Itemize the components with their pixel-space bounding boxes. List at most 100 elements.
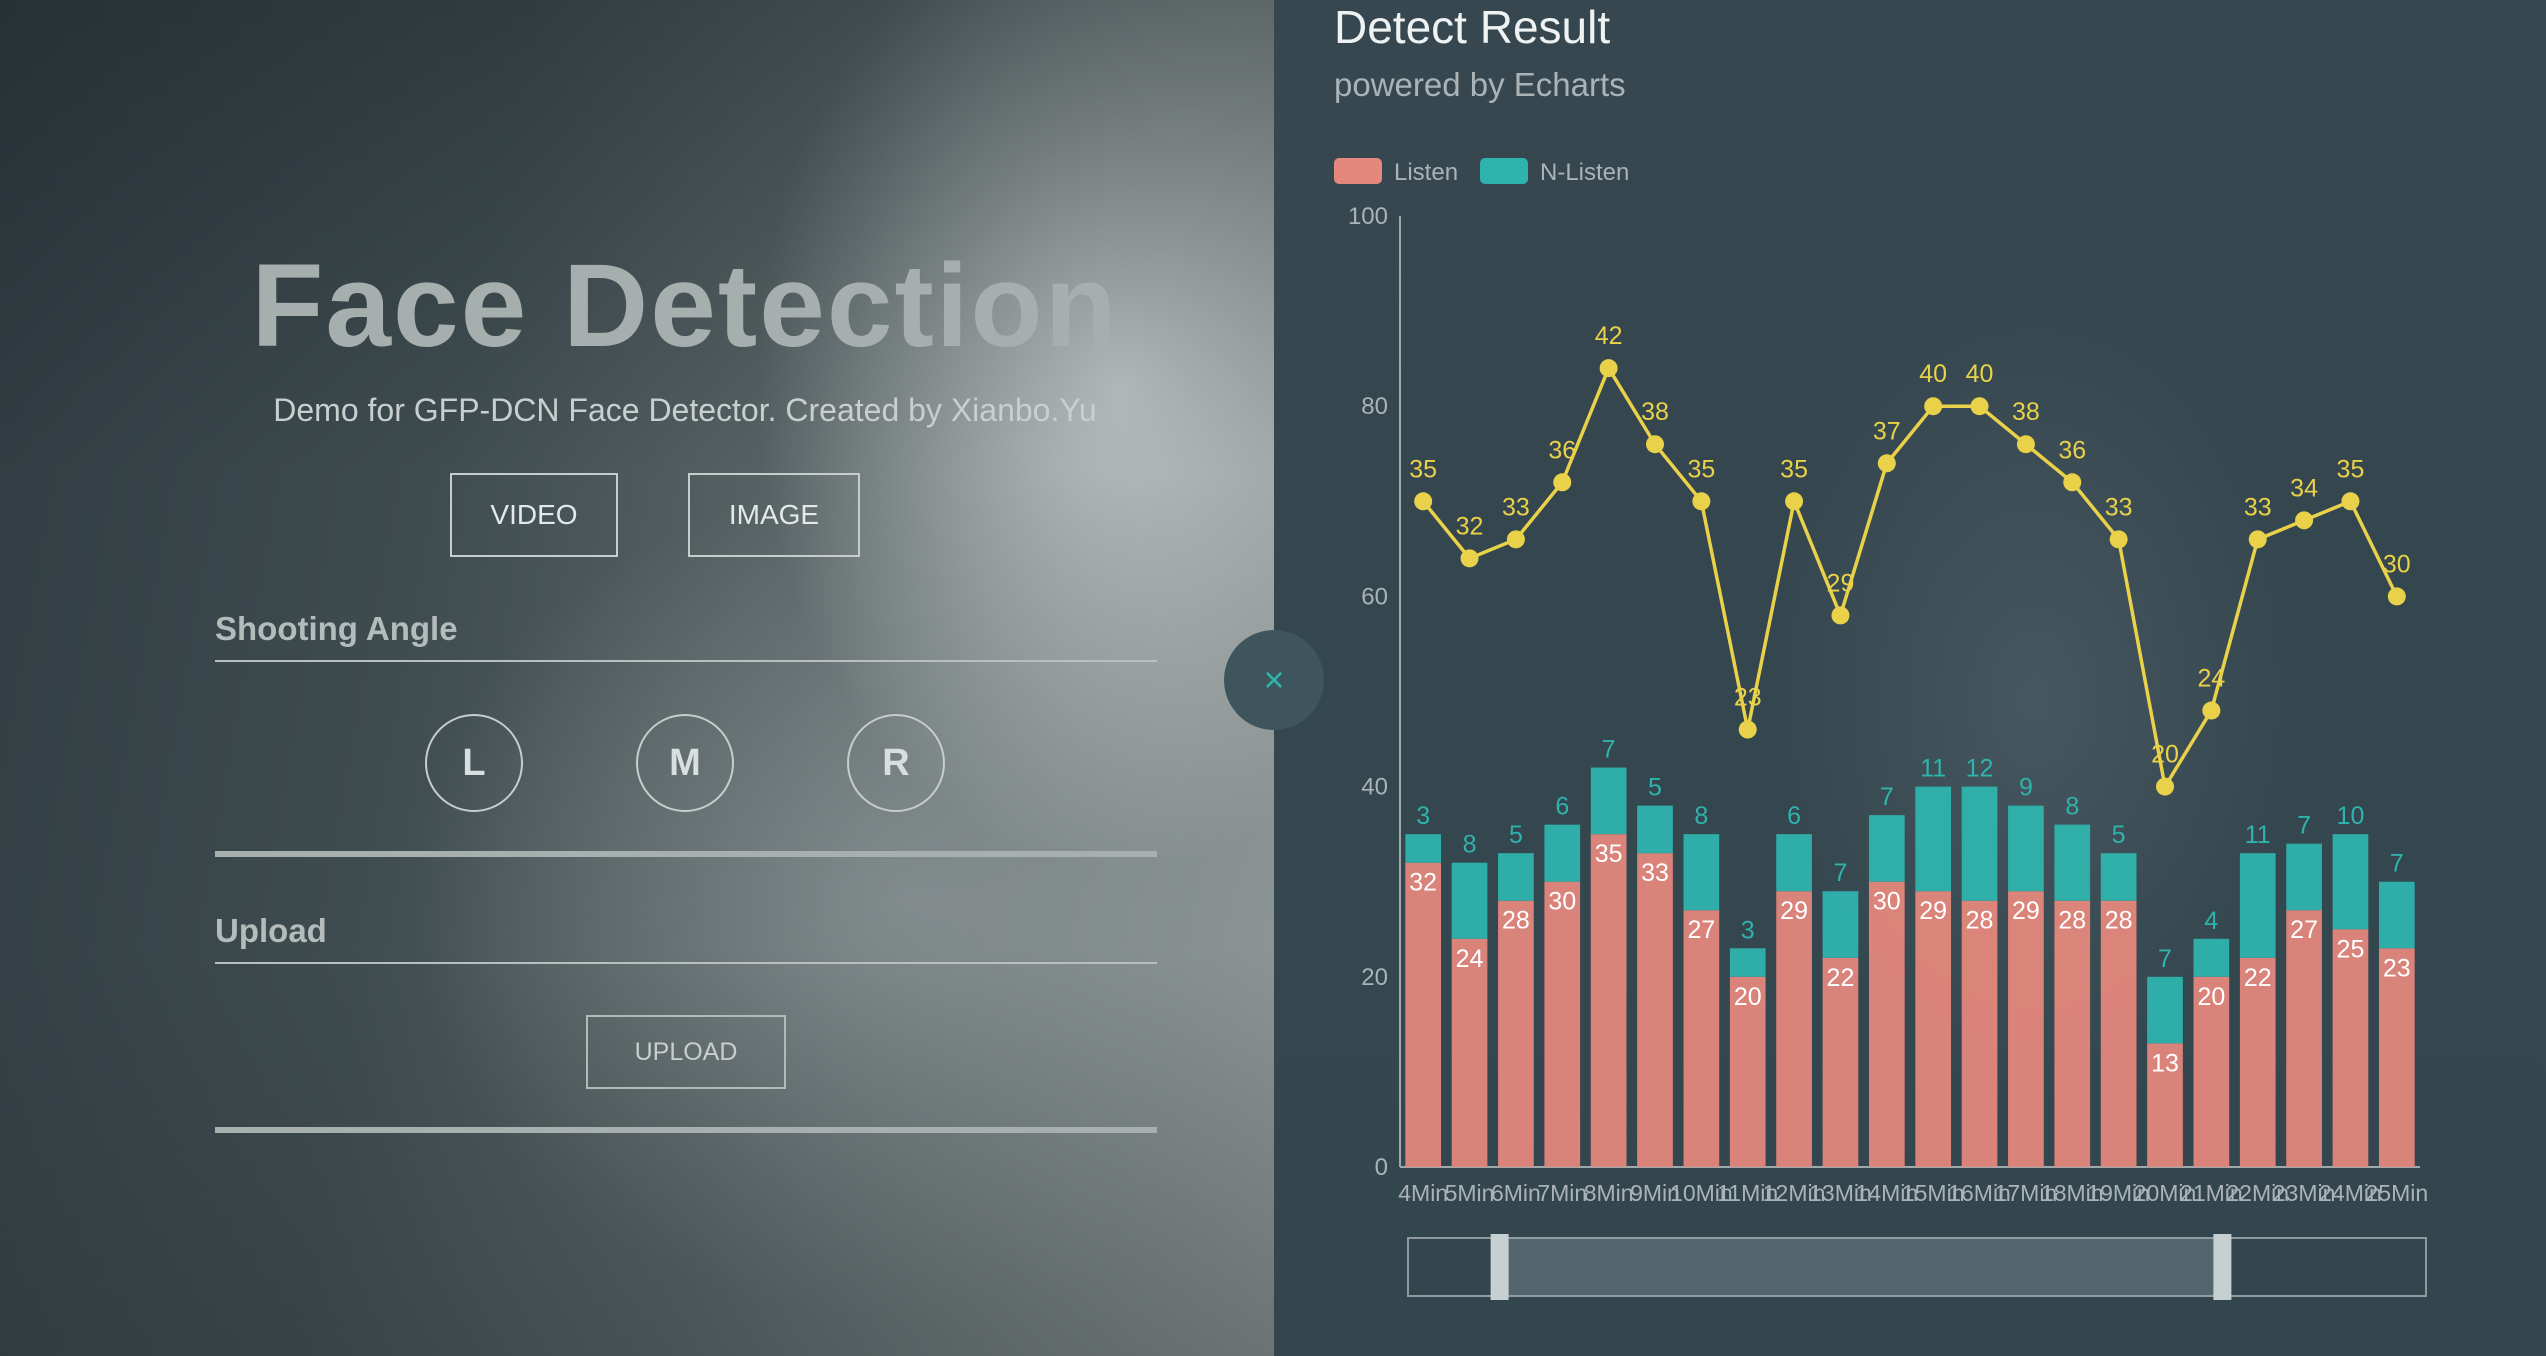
line-point-label: 23	[1734, 684, 1762, 712]
bar-n-listen[interactable]	[2378, 881, 2415, 949]
line-point-label: 36	[1548, 436, 1576, 464]
bar-listen[interactable]	[1544, 881, 1581, 1167]
video-mode-button[interactable]: VIDEO	[450, 473, 618, 557]
y-tick-label: 100	[1348, 203, 1388, 230]
line-point[interactable]	[1646, 435, 1664, 454]
bar-n-listen[interactable]	[2286, 843, 2322, 911]
bar-listen[interactable]	[1915, 891, 1952, 1167]
bar-n-listen-value-label: 7	[2297, 812, 2311, 840]
line-point[interactable]	[2341, 492, 2360, 511]
line-point[interactable]	[2156, 777, 2174, 796]
bar-listen-value-label: 28	[1966, 907, 1994, 935]
bar-n-listen-value-label: 9	[2019, 774, 2033, 802]
line-point[interactable]	[2295, 511, 2314, 530]
bar-n-listen-value-label: 7	[2158, 945, 2172, 973]
line-point-label: 37	[1873, 417, 1901, 445]
bar-n-listen[interactable]	[1683, 834, 1720, 911]
line-point-label: 38	[1641, 398, 1669, 426]
bar-n-listen-value-label: 11	[1920, 755, 1946, 783]
angle-middle-button[interactable]: M	[636, 714, 734, 812]
shooting-angle-label: Shooting Angle	[215, 610, 458, 647]
line-point[interactable]	[1460, 549, 1479, 568]
line-series	[1421, 364, 2399, 792]
line-point[interactable]	[2202, 701, 2221, 720]
bar-listen[interactable]	[2054, 900, 2091, 1167]
bar-n-listen[interactable]	[1822, 891, 1859, 958]
line-point-label: 42	[1595, 322, 1623, 350]
bar-listen-value-label: 23	[2383, 954, 2411, 982]
control-panel: Face Detection Demo for GFP-DCN Face Det…	[0, 0, 1274, 1356]
bar-listen[interactable]	[1683, 910, 1720, 1167]
line-point[interactable]	[1414, 492, 1433, 511]
bar-listen[interactable]	[1405, 862, 1442, 1167]
line-point[interactable]	[2109, 530, 2128, 549]
image-mode-button[interactable]: IMAGE	[688, 473, 860, 557]
bar-n-listen[interactable]	[2193, 938, 2230, 977]
line-point[interactable]	[2016, 435, 2035, 454]
bar-n-listen[interactable]	[1498, 853, 1534, 901]
line-point[interactable]	[1599, 359, 1618, 378]
line-point[interactable]	[2063, 473, 2082, 492]
bar-n-listen[interactable]	[1544, 824, 1581, 882]
angle-left-button[interactable]: L	[425, 714, 523, 812]
bar-listen-value-label: 29	[2012, 897, 2040, 925]
line-point-label: 29	[1827, 569, 1855, 597]
bar-listen[interactable]	[1637, 853, 1673, 1167]
bar-listen[interactable]	[2332, 929, 2369, 1167]
page-subtitle: Demo for GFP-DCN Face Detector. Created …	[273, 392, 1097, 428]
close-panel-button[interactable]: ×	[1224, 630, 1324, 730]
line-point[interactable]	[1738, 720, 1757, 739]
bar-n-listen[interactable]	[2008, 805, 2044, 892]
bar-n-listen[interactable]	[1868, 815, 1905, 882]
bar-n-listen[interactable]	[1776, 834, 1812, 892]
bar-listen[interactable]	[1590, 834, 1627, 1167]
legend-label[interactable]: N-Listen	[1540, 159, 1629, 186]
section-separator	[215, 851, 1157, 857]
bar-n-listen[interactable]	[2239, 853, 2276, 958]
bar-n-listen-value-label: 5	[1648, 774, 1662, 802]
bar-n-listen[interactable]	[1451, 862, 1488, 939]
data-zoom-start-handle[interactable]	[1490, 1234, 1509, 1300]
data-zoom-end-handle[interactable]	[2213, 1234, 2232, 1300]
line-point[interactable]	[1924, 397, 1943, 416]
y-tick-label: 80	[1361, 393, 1388, 420]
bar-listen[interactable]	[1868, 881, 1905, 1167]
line-point[interactable]	[1831, 606, 1850, 625]
line-point[interactable]	[2387, 587, 2406, 606]
line-point-label: 33	[2105, 493, 2133, 521]
data-zoom-window[interactable]	[1499, 1238, 2223, 1296]
line-point[interactable]	[2248, 530, 2267, 549]
legend-swatch-n-listen[interactable]	[1480, 158, 1528, 184]
line-point[interactable]	[1506, 530, 1525, 549]
bar-listen[interactable]	[1961, 900, 1998, 1167]
x-tick-label: 5Min	[1445, 1180, 1495, 1206]
bar-n-listen[interactable]	[2147, 976, 2183, 1044]
upload-button[interactable]: UPLOAD	[586, 1015, 786, 1089]
bar-listen[interactable]	[2100, 900, 2137, 1167]
bar-n-listen[interactable]	[1637, 805, 1673, 854]
legend-swatch-listen[interactable]	[1334, 158, 1382, 184]
bar-listen[interactable]	[2008, 891, 2044, 1167]
line-point[interactable]	[1692, 492, 1711, 511]
bar-n-listen[interactable]	[2332, 834, 2369, 930]
bar-listen[interactable]	[1498, 900, 1534, 1167]
line-point-label: 35	[1409, 455, 1437, 483]
angle-right-button[interactable]: R	[847, 714, 945, 812]
bar-n-listen[interactable]	[1405, 834, 1442, 863]
bar-listen[interactable]	[2286, 910, 2322, 1167]
bar-n-listen[interactable]	[2054, 824, 2091, 901]
legend-label[interactable]: Listen	[1394, 159, 1458, 186]
bar-listen[interactable]	[1451, 938, 1488, 1167]
bar-listen[interactable]	[1776, 891, 1812, 1167]
bar-listen-value-label: 28	[1502, 907, 1530, 935]
bar-n-listen[interactable]	[1729, 948, 1766, 977]
bar-n-listen[interactable]	[1915, 786, 1952, 892]
bar-n-listen[interactable]	[1590, 767, 1627, 835]
line-point[interactable]	[1785, 492, 1804, 511]
bar-n-listen[interactable]	[1961, 786, 1998, 901]
line-point[interactable]	[1970, 397, 1989, 416]
line-point[interactable]	[1553, 473, 1572, 492]
divider	[215, 660, 1157, 662]
bar-n-listen[interactable]	[2100, 853, 2137, 901]
line-point[interactable]	[1877, 454, 1896, 473]
